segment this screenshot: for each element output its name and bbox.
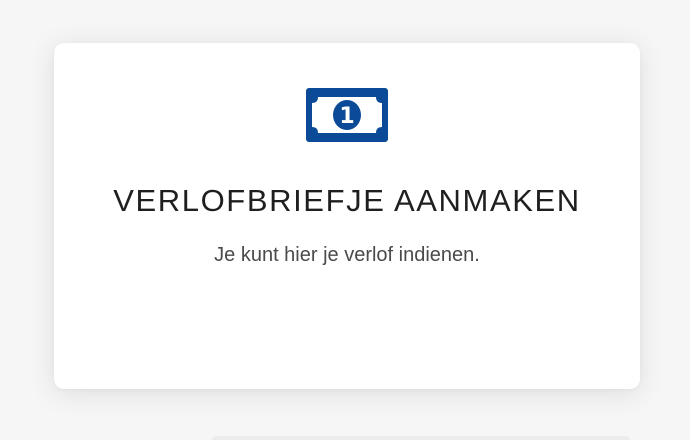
next-card-edge (212, 436, 630, 440)
bill-digit: 1 (339, 104, 354, 129)
page: 1 VERLOFBRIEFJE AANMAKEN Je kunt hier je… (0, 0, 690, 440)
create-leave-request-card[interactable]: 1 VERLOFBRIEFJE AANMAKEN Je kunt hier je… (54, 43, 640, 389)
card-description: Je kunt hier je verlof indienen. (214, 244, 480, 266)
card-title: VERLOFBRIEFJE AANMAKEN (113, 183, 581, 218)
money-bill-icon: 1 (306, 88, 388, 142)
